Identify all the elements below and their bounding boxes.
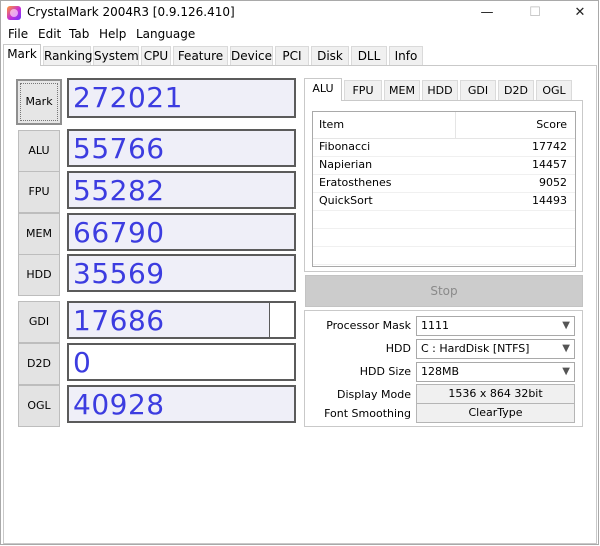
empty-row <box>313 246 575 265</box>
score-list[interactable]: Item Score Fibonacci 17742 Napierian 144… <box>312 111 576 267</box>
d2d-score-value: 0 <box>73 346 92 379</box>
hdd-button[interactable]: HDD <box>18 254 60 296</box>
item-name: Napierian <box>319 158 373 171</box>
processor-mask-select[interactable]: 1111 ▼ <box>416 316 575 336</box>
hdd-score-value: 35569 <box>73 257 165 290</box>
item-score: 14493 <box>532 194 567 207</box>
subtab-d2d[interactable]: D2D <box>498 80 534 100</box>
menu-edit[interactable]: Edit <box>38 27 61 41</box>
empty-row <box>313 228 575 247</box>
main-tab-strip: Mark Ranking System CPU Feature Device P… <box>1 44 598 66</box>
minimize-button[interactable]: — <box>464 1 510 25</box>
font-smoothing-field: ClearType <box>416 403 575 423</box>
maximize-button[interactable]: ☐ <box>512 1 558 25</box>
mark-score: 272021 <box>67 78 296 118</box>
tab-dll[interactable]: DLL <box>351 46 387 65</box>
fpu-button[interactable]: FPU <box>18 171 60 213</box>
tab-device[interactable]: Device <box>230 46 273 65</box>
chevron-down-icon: ▼ <box>562 366 570 377</box>
gdi-score-value: 17686 <box>73 304 165 337</box>
tab-info[interactable]: Info <box>389 46 423 65</box>
hdd-size-value: 128MB <box>421 365 460 378</box>
subtab-ogl[interactable]: OGL <box>536 80 572 100</box>
menu-language[interactable]: Language <box>136 27 195 41</box>
alu-score-value: 55766 <box>73 132 165 165</box>
hdd-value: C : HardDisk [NTFS] <box>421 342 530 355</box>
hdd-size-label: HDD Size <box>359 365 411 378</box>
list-item[interactable]: Napierian 14457 <box>313 156 575 175</box>
list-item[interactable]: Fibonacci 17742 <box>313 138 575 157</box>
tab-mark[interactable]: Mark <box>3 44 41 66</box>
hdd-label: HDD <box>385 342 411 355</box>
gdi-button[interactable]: GDI <box>18 301 60 343</box>
processor-mask-label: Processor Mask <box>326 319 411 332</box>
tab-system[interactable]: System <box>93 46 139 65</box>
processor-mask-value: 1111 <box>421 319 449 332</box>
crystalmark-app-icon <box>7 6 21 20</box>
menu-file[interactable]: File <box>8 27 28 41</box>
stop-button[interactable]: Stop <box>305 275 583 307</box>
item-score: 9052 <box>539 176 567 189</box>
fpu-score-value: 55282 <box>73 174 165 207</box>
mark-button[interactable]: Mark <box>16 79 62 125</box>
d2d-score: 0 <box>67 343 296 381</box>
mem-score-value: 66790 <box>73 216 165 249</box>
hdd-size-select[interactable]: 128MB ▼ <box>416 362 575 382</box>
menu-help[interactable]: Help <box>99 27 126 41</box>
crystalmark-window: CrystalMark 2004R3 [0.9.126.410] — ☐ ✕ F… <box>0 0 599 545</box>
detail-tab-strip: ALU FPU MEM HDD GDI D2D OGL <box>304 78 580 101</box>
fpu-score: 55282 <box>67 171 296 209</box>
title-bar[interactable]: CrystalMark 2004R3 [0.9.126.410] — ☐ ✕ <box>1 1 598 25</box>
window-title: CrystalMark 2004R3 [0.9.126.410] <box>27 5 235 19</box>
hdd-score: 35569 <box>67 254 296 292</box>
ogl-button[interactable]: OGL <box>18 385 60 427</box>
alu-score: 55766 <box>67 129 296 167</box>
list-item[interactable]: QuickSort 14493 <box>313 192 575 211</box>
gdi-score: 17686 <box>67 301 296 339</box>
mem-button[interactable]: MEM <box>18 213 60 255</box>
tab-pci[interactable]: PCI <box>275 46 309 65</box>
ogl-score-value: 40928 <box>73 388 165 421</box>
item-name: Fibonacci <box>319 140 371 153</box>
font-smoothing-label: Font Smoothing <box>324 407 411 420</box>
subtab-mem[interactable]: MEM <box>384 80 420 100</box>
subtab-fpu[interactable]: FPU <box>344 80 382 100</box>
mark-score-value: 272021 <box>73 81 183 114</box>
close-button[interactable]: ✕ <box>557 1 600 25</box>
d2d-button[interactable]: D2D <box>18 343 60 385</box>
display-mode-field: 1536 x 864 32bit <box>416 384 575 404</box>
header-separator <box>455 112 456 138</box>
menu-tab[interactable]: Tab <box>69 27 89 41</box>
ogl-score: 40928 <box>67 385 296 423</box>
subtab-alu[interactable]: ALU <box>304 78 342 101</box>
display-mode-label: Display Mode <box>336 388 411 401</box>
tab-ranking[interactable]: Ranking <box>43 46 93 65</box>
tab-disk[interactable]: Disk <box>311 46 349 65</box>
hdd-select[interactable]: C : HardDisk [NTFS] ▼ <box>416 339 575 359</box>
item-name: QuickSort <box>319 194 373 207</box>
tab-cpu[interactable]: CPU <box>141 46 171 65</box>
subtab-hdd[interactable]: HDD <box>422 80 458 100</box>
item-score: 17742 <box>532 140 567 153</box>
alu-button[interactable]: ALU <box>18 130 60 172</box>
list-item[interactable]: Eratosthenes 9052 <box>313 174 575 193</box>
subtab-gdi[interactable]: GDI <box>460 80 496 100</box>
chevron-down-icon: ▼ <box>562 320 570 331</box>
mem-score: 66790 <box>67 213 296 251</box>
header-item[interactable]: Item <box>319 118 344 131</box>
tab-feature[interactable]: Feature <box>173 46 228 65</box>
empty-row <box>313 210 575 229</box>
list-header: Item Score <box>313 112 575 139</box>
chevron-down-icon: ▼ <box>562 343 570 354</box>
item-score: 14457 <box>532 158 567 171</box>
header-score[interactable]: Score <box>536 118 567 131</box>
menu-bar: File Edit Tab Help Language <box>1 25 598 44</box>
item-name: Eratosthenes <box>319 176 392 189</box>
